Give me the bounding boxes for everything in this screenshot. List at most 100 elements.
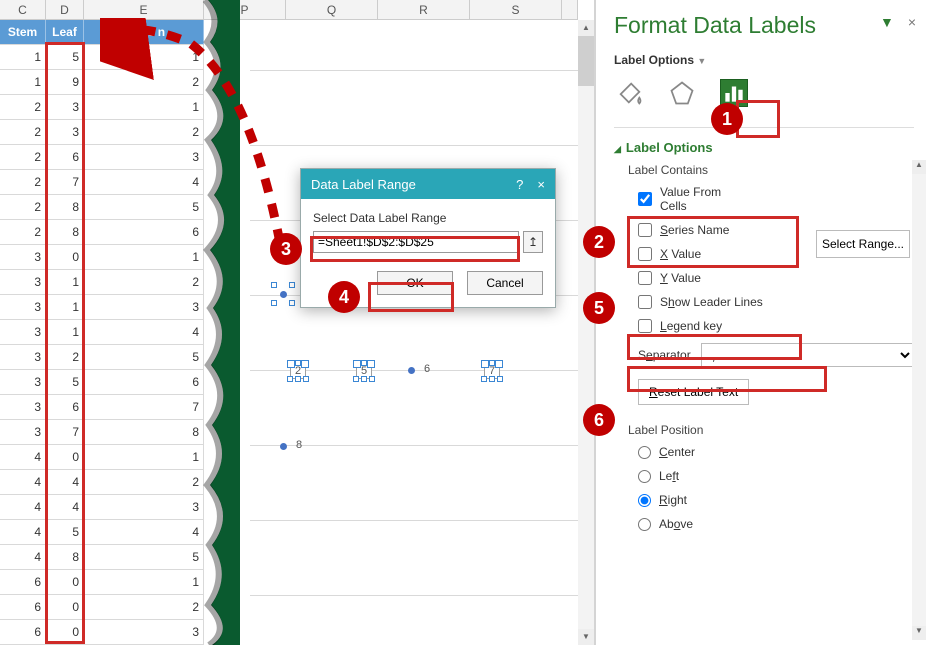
chk-leader-lines[interactable]: Show Leader Lines xyxy=(638,295,914,309)
cell[interactable]: 2 xyxy=(84,270,204,295)
table-row[interactable]: 192 xyxy=(0,70,204,95)
col-header-q[interactable]: Q xyxy=(286,0,378,20)
table-row[interactable]: 151 xyxy=(0,45,204,70)
data-label-2[interactable]: 2 xyxy=(290,363,306,379)
table-row[interactable]: 312 xyxy=(0,270,204,295)
cell[interactable]: 5 xyxy=(84,545,204,570)
scroll-thumb[interactable] xyxy=(578,36,594,86)
cell[interactable]: 1 xyxy=(84,570,204,595)
header-stem[interactable]: Stem xyxy=(0,20,46,45)
cell[interactable]: 3 xyxy=(0,295,46,320)
table-row[interactable]: 301 xyxy=(0,245,204,270)
cell[interactable]: 3 xyxy=(0,395,46,420)
section-label-options[interactable]: Label Options xyxy=(614,140,914,155)
cell[interactable]: 4 xyxy=(0,470,46,495)
cell[interactable]: 4 xyxy=(84,520,204,545)
table-row[interactable]: 378 xyxy=(0,420,204,445)
cell[interactable]: 4 xyxy=(84,170,204,195)
table-row[interactable]: 325 xyxy=(0,345,204,370)
cell[interactable]: 1 xyxy=(84,245,204,270)
data-label-7[interactable]: 7 xyxy=(484,363,500,379)
cell[interactable]: 3 xyxy=(0,370,46,395)
range-ref-button[interactable]: ↥ xyxy=(523,231,543,253)
cell[interactable]: 1 xyxy=(84,445,204,470)
table-row[interactable]: 443 xyxy=(0,495,204,520)
panel-scrollbar[interactable]: ▲ ▼ xyxy=(912,160,926,640)
cell[interactable]: 3 xyxy=(0,270,46,295)
table-row[interactable]: 231 xyxy=(0,95,204,120)
scroll-up-icon[interactable]: ▲ xyxy=(912,160,926,174)
cancel-button[interactable]: Cancel xyxy=(467,271,543,295)
table-row[interactable]: 442 xyxy=(0,470,204,495)
cell[interactable]: 6 xyxy=(0,595,46,620)
data-point[interactable] xyxy=(280,443,287,450)
table-row[interactable]: 602 xyxy=(0,595,204,620)
cell[interactable]: 4 xyxy=(0,445,46,470)
leader-lines-checkbox[interactable] xyxy=(638,295,652,309)
panel-subtitle[interactable]: Label Options ▼ xyxy=(614,53,914,67)
cell[interactable]: 4 xyxy=(0,545,46,570)
y-value-checkbox[interactable] xyxy=(638,271,652,285)
cell[interactable]: 3 xyxy=(0,320,46,345)
pentagon-icon[interactable] xyxy=(668,79,696,107)
select-range-button[interactable]: Select Range... xyxy=(816,230,910,258)
cell[interactable]: 1 xyxy=(0,70,46,95)
cell[interactable]: 4 xyxy=(0,520,46,545)
legend-key-checkbox[interactable] xyxy=(638,319,652,333)
col-header-d[interactable]: D xyxy=(46,0,84,20)
table-row[interactable]: 485 xyxy=(0,545,204,570)
chk-value-from-cells[interactable]: Value From Cells xyxy=(638,185,914,213)
cell[interactable]: 3 xyxy=(0,245,46,270)
table-row[interactable]: 401 xyxy=(0,445,204,470)
cell[interactable]: 1 xyxy=(0,45,46,70)
radio-center[interactable]: Center xyxy=(638,445,914,459)
table-row[interactable]: 454 xyxy=(0,520,204,545)
chk-y-value[interactable]: Y Value xyxy=(638,271,914,285)
cell[interactable]: 2 xyxy=(0,120,46,145)
table-row[interactable]: 285 xyxy=(0,195,204,220)
cell[interactable]: 2 xyxy=(0,220,46,245)
table-row[interactable]: 601 xyxy=(0,570,204,595)
col-header-s[interactable]: S xyxy=(470,0,562,20)
scroll-down-icon[interactable]: ▼ xyxy=(912,626,926,640)
table-row[interactable]: 314 xyxy=(0,320,204,345)
cell[interactable]: 5 xyxy=(84,195,204,220)
cell[interactable]: 2 xyxy=(0,170,46,195)
cell[interactable]: 2 xyxy=(0,195,46,220)
cell[interactable]: 6 xyxy=(84,370,204,395)
cell[interactable]: 4 xyxy=(84,320,204,345)
header-lpos[interactable]: L Pos n xyxy=(84,20,204,45)
cell[interactable]: 2 xyxy=(84,470,204,495)
help-icon[interactable]: ? xyxy=(516,177,523,192)
cell[interactable]: 6 xyxy=(0,570,46,595)
scroll-down-icon[interactable]: ▼ xyxy=(578,629,594,645)
cell[interactable]: 2 xyxy=(0,95,46,120)
cell[interactable]: 1 xyxy=(84,45,204,70)
cell[interactable]: 3 xyxy=(84,295,204,320)
cell[interactable]: 6 xyxy=(84,220,204,245)
table-row[interactable]: 603 xyxy=(0,620,204,645)
table-row[interactable]: 356 xyxy=(0,370,204,395)
cell[interactable]: 3 xyxy=(84,620,204,645)
cell[interactable]: 3 xyxy=(0,345,46,370)
table-row[interactable]: 313 xyxy=(0,295,204,320)
data-point[interactable] xyxy=(408,367,415,374)
col-header-c[interactable]: C xyxy=(0,0,46,20)
sheet-scrollbar[interactable]: ▲ ▼ xyxy=(578,20,594,645)
cell[interactable]: 8 xyxy=(84,420,204,445)
data-label-5[interactable]: 5 xyxy=(356,363,372,379)
cell[interactable]: 7 xyxy=(84,395,204,420)
cell[interactable]: 2 xyxy=(84,70,204,95)
cell[interactable]: 3 xyxy=(84,145,204,170)
col-header-e[interactable]: E xyxy=(84,0,204,20)
panel-close-icon[interactable]: × xyxy=(908,14,916,30)
table-row[interactable]: 263 xyxy=(0,145,204,170)
panel-dropdown-icon[interactable]: ▼ xyxy=(880,14,894,30)
table-row[interactable]: 367 xyxy=(0,395,204,420)
cell[interactable]: 1 xyxy=(84,95,204,120)
data-label-8[interactable]: 8 xyxy=(296,439,302,451)
table-row[interactable]: 274 xyxy=(0,170,204,195)
cell[interactable]: 2 xyxy=(0,145,46,170)
cell[interactable]: 2 xyxy=(84,595,204,620)
value-from-cells-checkbox[interactable] xyxy=(638,192,652,206)
